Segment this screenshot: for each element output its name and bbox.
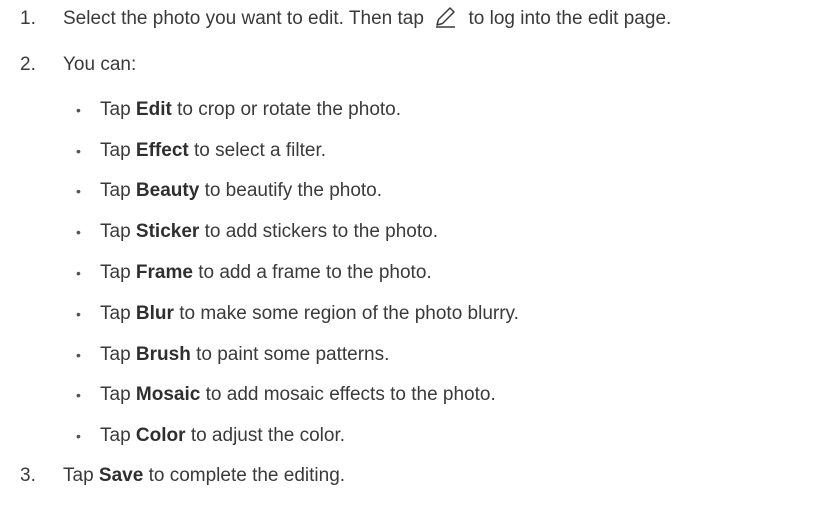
option-keyword: Edit <box>135 99 172 120</box>
option-text: Tap Frame to add a frame to the photo. <box>100 258 432 288</box>
option-suffix: to crop or rotate the photo. <box>177 99 402 120</box>
step-number: 2. <box>20 54 36 75</box>
option-keyword: Sticker <box>135 221 200 242</box>
option-suffix: to adjust the color. <box>190 425 346 446</box>
option-suffix: to add stickers to the photo. <box>204 221 438 242</box>
option-keyword: Color <box>135 425 186 446</box>
bullet-icon: • <box>76 183 81 199</box>
option-suffix: to select a filter. <box>194 140 327 161</box>
option-suffix: to beautify the photo. <box>204 180 383 201</box>
option-prefix: Tap <box>100 140 131 161</box>
bullet-icon: • <box>76 306 81 322</box>
pencil-edit-icon <box>433 5 457 29</box>
bullet-icon: • <box>76 224 81 240</box>
option-blur: • Tap Blur to make some region of the ph… <box>0 299 827 329</box>
option-color: • Tap Color to adjust the color. <box>0 421 827 451</box>
option-suffix: to make some region of the photo blurry. <box>179 303 519 324</box>
option-sticker: • Tap Sticker to add stickers to the pho… <box>0 217 827 247</box>
option-keyword: Blur <box>135 303 174 324</box>
step-text-before-icon: Select the photo you want to edit. Then … <box>63 8 424 29</box>
step-text: Tap Save to complete the editing. <box>63 461 345 491</box>
option-suffix: to add mosaic effects to the photo. <box>205 384 496 405</box>
option-keyword: Effect <box>135 140 189 161</box>
option-text: Tap Edit to crop or rotate the photo. <box>100 95 401 125</box>
bullet-icon: • <box>76 143 81 159</box>
step-text: You can: <box>63 54 137 75</box>
option-keyword: Brush <box>135 344 191 365</box>
bullet-icon: • <box>76 387 81 403</box>
option-keyword: Mosaic <box>135 384 201 405</box>
bullet-icon: • <box>76 428 81 444</box>
option-beauty: • Tap Beauty to beautify the photo. <box>0 176 827 206</box>
step-1: 1. Select the photo you want to edit. Th… <box>0 4 827 34</box>
option-text: Tap Beauty to beautify the photo. <box>100 176 382 206</box>
option-text: Tap Effect to select a filter. <box>100 136 326 166</box>
bullet-icon: • <box>76 265 81 281</box>
option-text: Tap Color to adjust the color. <box>100 421 345 451</box>
bullet-icon: • <box>76 347 81 363</box>
option-prefix: Tap <box>100 99 131 120</box>
option-mosaic: • Tap Mosaic to add mosaic effects to th… <box>0 380 827 410</box>
option-prefix: Tap <box>100 221 131 242</box>
option-keyword: Frame <box>135 262 193 283</box>
option-text: Tap Blur to make some region of the phot… <box>100 299 519 329</box>
option-prefix: Tap <box>100 180 131 201</box>
option-edit: • Tap Edit to crop or rotate the photo. <box>0 95 827 125</box>
option-effect: • Tap Effect to select a filter. <box>0 136 827 166</box>
step-text-after-icon: to log into the edit page. <box>468 8 672 29</box>
step-suffix: to complete the editing. <box>148 465 346 486</box>
step-prefix: Tap <box>63 465 94 486</box>
step-number: 3. <box>20 465 36 486</box>
step-text: Select the photo you want to edit. Then … <box>63 4 671 34</box>
bullet-icon: • <box>76 102 81 118</box>
option-suffix: to add a frame to the photo. <box>198 262 432 283</box>
instructions-document: 1. Select the photo you want to edit. Th… <box>0 0 827 508</box>
option-prefix: Tap <box>100 384 131 405</box>
option-prefix: Tap <box>100 344 131 365</box>
option-text: Tap Mosaic to add mosaic effects to the … <box>100 380 496 410</box>
option-text: Tap Sticker to add stickers to the photo… <box>100 217 438 247</box>
option-suffix: to paint some patterns. <box>196 344 390 365</box>
step-2: 2. You can: <box>0 50 827 80</box>
option-prefix: Tap <box>100 425 131 446</box>
option-keyword: Beauty <box>135 180 200 201</box>
option-prefix: Tap <box>100 262 131 283</box>
option-brush: • Tap Brush to paint some patterns. <box>0 340 827 370</box>
step-3: 3. Tap Save to complete the editing. <box>0 461 827 491</box>
step-number: 1. <box>20 8 36 29</box>
option-frame: • Tap Frame to add a frame to the photo. <box>0 258 827 288</box>
option-prefix: Tap <box>100 303 131 324</box>
option-text: Tap Brush to paint some patterns. <box>100 340 389 370</box>
step-keyword: Save <box>98 465 144 486</box>
